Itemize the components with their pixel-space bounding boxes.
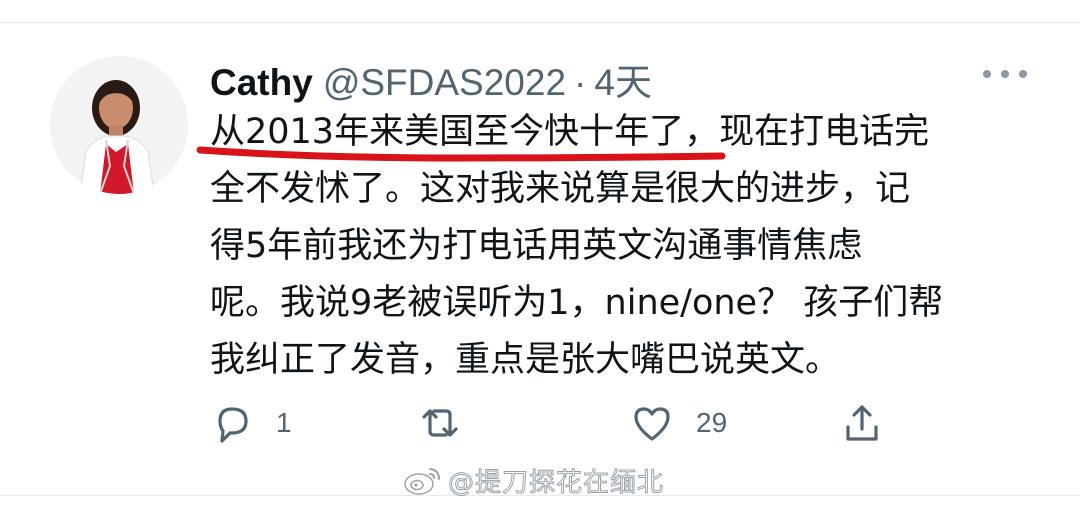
tweet-time[interactable]: 4天 xyxy=(594,52,652,106)
more-horizontal-icon xyxy=(983,70,991,78)
tweet-text-line: 我纠正了发音，重点是张大嘴巴说英文。 xyxy=(210,340,841,380)
author-handle[interactable]: @SFDAS2022 xyxy=(323,62,566,104)
top-divider xyxy=(0,22,1080,23)
heart-icon xyxy=(634,407,670,441)
tweet-text: 从2013年来美国至今快十年了，现在打电话完 全不发怵了。这对我来说算是很大的进… xyxy=(210,104,1040,389)
share-button[interactable] xyxy=(840,400,884,446)
reply-button[interactable]: 1 xyxy=(210,400,292,446)
author-name[interactable]: Cathy xyxy=(210,62,313,104)
separator-dot: · xyxy=(574,62,587,103)
retweet-icon xyxy=(422,409,458,437)
avatar[interactable] xyxy=(50,56,188,194)
reply-icon xyxy=(218,407,248,443)
reply-count: 1 xyxy=(276,407,292,438)
more-horizontal-icon-dot xyxy=(1001,70,1009,78)
watermark: @提刀探花在缅北 xyxy=(402,463,665,498)
like-count: 29 xyxy=(696,407,728,438)
avatar-photo xyxy=(50,56,188,194)
share-icon xyxy=(846,405,878,441)
retweet-button[interactable] xyxy=(416,400,486,446)
tweet-text-line: 从2013年来美国至今快十年了，现在打电话完 xyxy=(210,112,930,152)
watermark-text: @提刀探花在缅北 xyxy=(447,467,665,498)
tweet-text-line: 呢。我说9老被误听为1，nine/one？ 孩子们帮 xyxy=(210,283,944,323)
like-button[interactable]: 29 xyxy=(630,400,727,446)
tweet-actions: 1 29 xyxy=(210,400,890,446)
tweet-header: Cathy @SFDAS2022 · 4天 xyxy=(210,52,652,103)
weibo-logo-icon xyxy=(404,468,440,495)
more-horizontal-icon-dot xyxy=(1019,70,1027,78)
tweet-text-line: 全不发怵了。这对我来说算是很大的进步，记 xyxy=(210,169,911,209)
more-options-button[interactable] xyxy=(983,62,1027,86)
tweet-text-line: 得5年前我还为打电话用英文沟通事情焦虑 xyxy=(210,226,863,266)
